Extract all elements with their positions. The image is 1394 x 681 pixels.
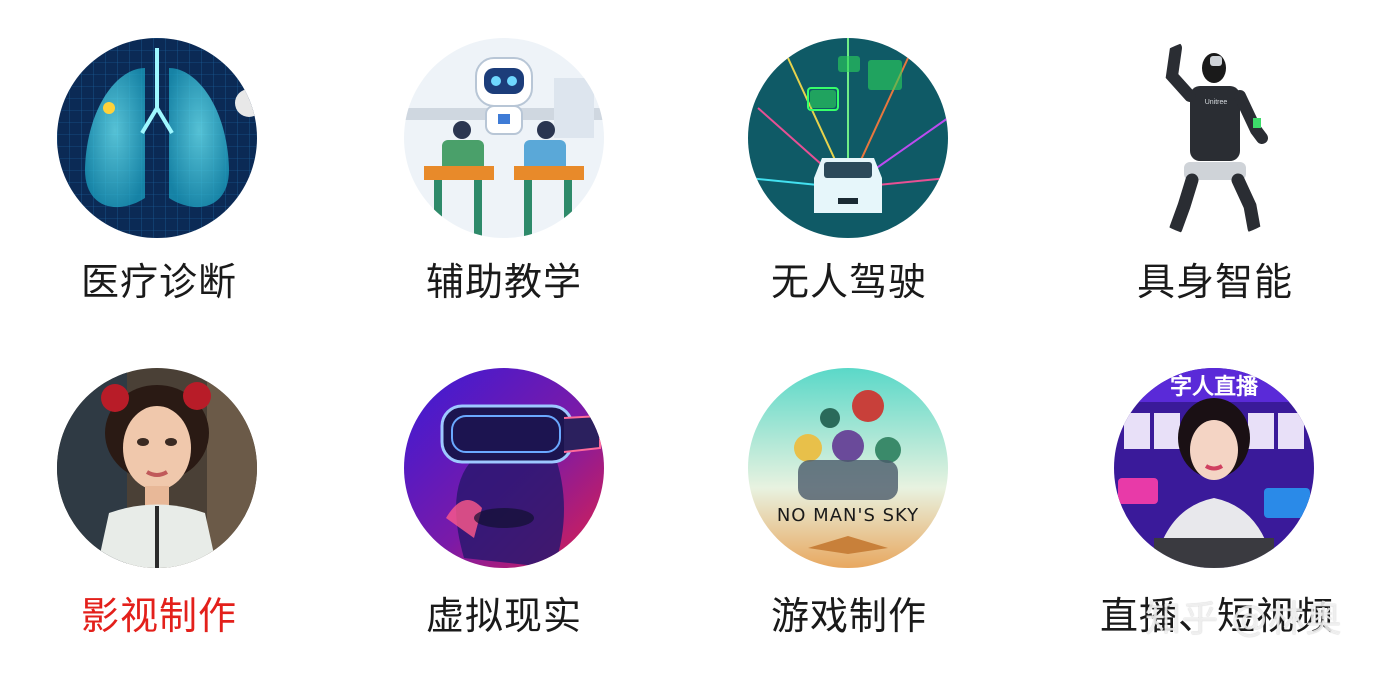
film-actress-icon[interactable]: [57, 368, 257, 568]
self-driving-car-icon[interactable]: [748, 38, 948, 238]
vr-headset-icon[interactable]: [404, 368, 604, 568]
category-label: 游戏制作: [771, 594, 928, 638]
category-label: 虚拟现实: [426, 594, 583, 638]
category-label: 辅助教学: [426, 260, 583, 304]
robot-brand: Unitree: [1205, 99, 1228, 106]
game-title: NO MAN'S SKY: [777, 505, 919, 526]
live-stream-icon[interactable]: 字人直播: [1114, 368, 1314, 568]
live-banner: 字人直播: [1170, 374, 1259, 400]
category-label: 无人驾驶: [771, 260, 928, 304]
watermark: 知乎 @林奥: [1145, 599, 1343, 640]
humanoid-robot-icon[interactable]: Unitree: [1114, 38, 1314, 238]
lung-scan-icon[interactable]: [57, 38, 257, 238]
category-label: 影视制作: [81, 594, 238, 638]
robot-teacher-icon[interactable]: [404, 38, 604, 238]
category-label: 医疗诊断: [81, 260, 238, 304]
game-cover-icon[interactable]: NO MAN'S SKY: [748, 368, 948, 568]
category-label: 具身智能: [1137, 260, 1294, 304]
